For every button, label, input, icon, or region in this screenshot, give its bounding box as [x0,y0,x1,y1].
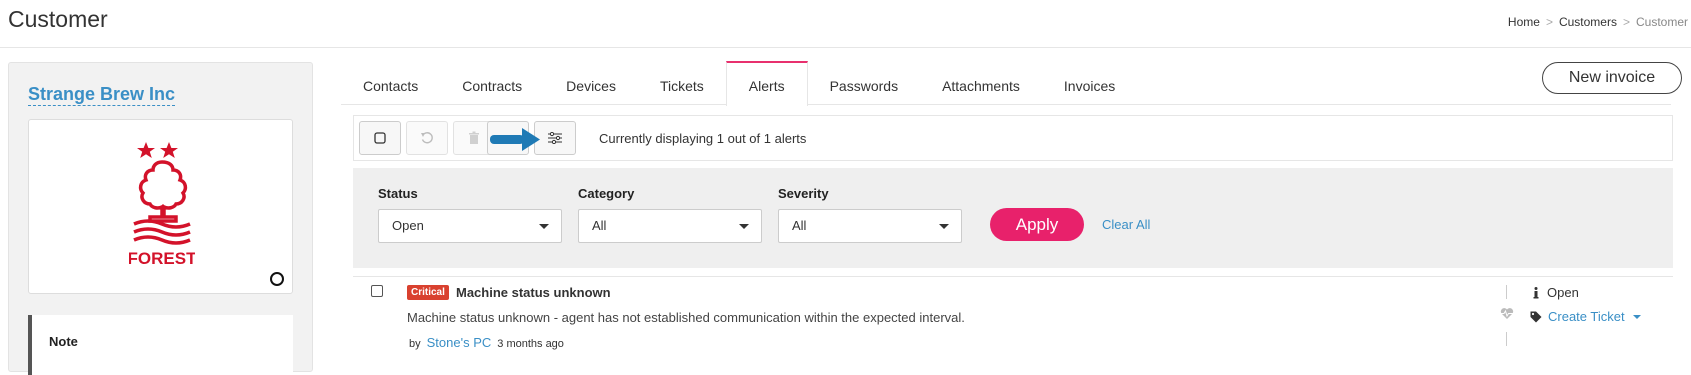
checkbox-icon [374,132,386,144]
alert-time: 3 months ago [497,338,564,350]
divider [1506,285,1507,299]
tab-tickets[interactable]: Tickets [638,61,726,105]
refresh-icon [421,132,433,144]
info-icon [1533,286,1539,298]
tab-invoices[interactable]: Invoices [1042,61,1137,105]
apply-filters-button[interactable]: Apply [990,208,1084,241]
tab-attachments[interactable]: Attachments [920,61,1042,105]
breadcrumb: Home > Customers > Customer [1508,15,1688,29]
alert-row: Critical Machine status unknown Machine … [353,276,1673,360]
alert-by-label: by [409,338,421,350]
create-ticket-label: Create Ticket [1548,309,1625,324]
customer-logo-box: FOREST [28,119,293,294]
new-invoice-button[interactable]: New invoice [1542,62,1682,94]
customer-name-link[interactable]: Strange Brew Inc [28,83,176,106]
chevron-down-icon [739,224,749,229]
logo-radio-button[interactable] [270,272,284,286]
chevron-down-icon [939,224,949,229]
alerts-toolbar: Currently displaying 1 out of 1 alerts [353,115,1673,161]
tab-alerts[interactable]: Alerts [725,61,808,106]
category-filter-value: All [592,218,607,233]
alert-status: Open [1533,285,1579,300]
note-label: Note [49,334,78,349]
trash-icon [469,131,479,144]
breadcrumb-home[interactable]: Home [1508,15,1540,29]
breadcrumb-customers[interactable]: Customers [1559,15,1617,29]
divider [1506,332,1507,346]
breadcrumb-separator: > [1622,15,1630,29]
sliders-icon [548,132,562,144]
logo-text: FOREST [129,249,195,268]
create-ticket-dropdown[interactable]: Create Ticket [1530,309,1641,324]
heartbeat-icon [1500,308,1514,319]
alert-select-checkbox[interactable] [371,285,383,297]
category-filter-select[interactable]: All [578,209,762,243]
arrow-pointer-icon [490,128,540,151]
top-header: Customer Home > Customers > Customer [0,0,1691,48]
chevron-down-icon [539,224,549,229]
refresh-button[interactable] [406,121,448,155]
severity-filter-value: All [792,218,807,233]
tab-devices[interactable]: Devices [544,61,638,105]
status-filter-select[interactable]: Open [378,209,562,243]
alert-status-text: Open [1547,285,1579,300]
clear-all-link[interactable]: Clear All [1102,217,1150,232]
tag-icon [1530,311,1542,322]
alert-description: Machine status unknown - agent has not e… [407,310,965,325]
page-title: Customer [8,6,108,32]
severity-filter-label: Severity [778,186,829,201]
tab-contacts[interactable]: Contacts [341,61,440,105]
alert-meta: by Stone's PC 3 months ago [409,335,564,350]
breadcrumb-current: Customer [1635,15,1688,29]
breadcrumb-separator: > [1545,15,1553,29]
category-filter-label: Category [578,186,635,201]
status-filter-label: Status [378,186,418,201]
customer-panel: Strange Brew Inc FOREST Note [8,62,313,375]
alert-title[interactable]: Machine status unknown [456,285,611,300]
tab-contracts[interactable]: Contracts [440,61,544,105]
caret-down-icon [1632,314,1641,319]
select-all-button[interactable] [359,121,401,155]
tab-passwords[interactable]: Passwords [808,61,920,105]
forest-logo-icon: FOREST [129,142,195,268]
severity-filter-select[interactable]: All [778,209,962,243]
status-filter-value: Open [392,218,424,233]
alerts-count-status: Currently displaying 1 out of 1 alerts [599,131,807,146]
alert-filters-panel: Status Open Category All Severity All Ap… [353,168,1673,268]
note-section: Note [28,315,293,375]
alert-device-link[interactable]: Stone's PC [427,335,492,350]
customer-tabs: Contacts Contracts Devices Tickets Alert… [341,61,1671,106]
severity-badge: Critical [407,285,449,300]
